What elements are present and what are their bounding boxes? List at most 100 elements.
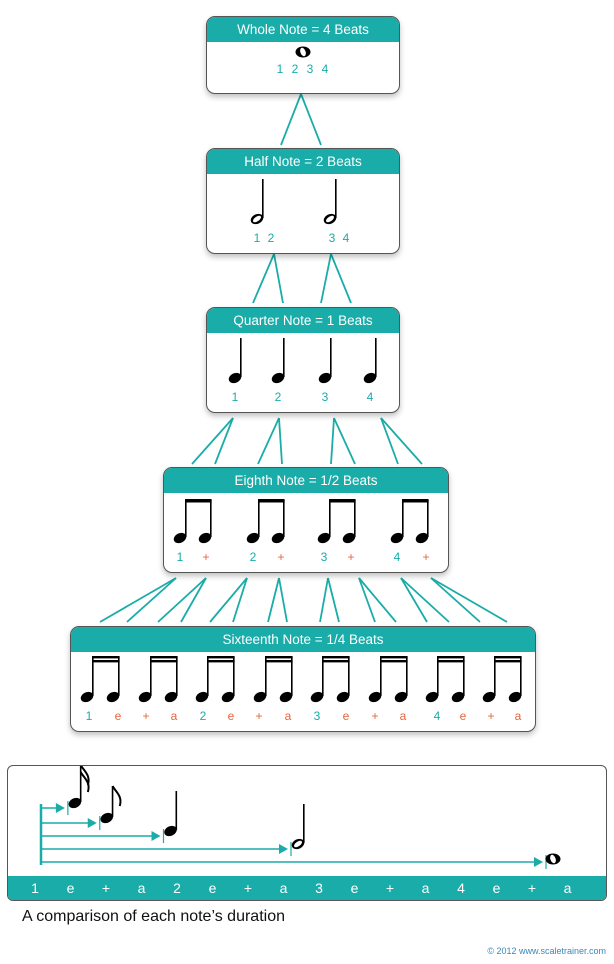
quarter-note-box: Quarter Note = 1 Beats 1 2 3 4 [206, 307, 400, 413]
beat-count-label: e [342, 709, 350, 723]
count-bar-label: + [385, 880, 395, 896]
connector-line [358, 577, 376, 623]
beat-count-label: + [255, 709, 263, 723]
half-note-icon [323, 179, 337, 225]
beat-count-label: 3 [306, 62, 314, 76]
beat-count-label: 2 [199, 709, 207, 723]
eighth-note-pair-icon [317, 499, 356, 544]
quarter-note-icon [271, 338, 285, 384]
beat-count-label: + [487, 709, 495, 723]
count-bar-label: a [279, 880, 288, 896]
eighth-note-icon [100, 785, 122, 824]
quarter-note-icon [318, 338, 332, 384]
connector-line [191, 417, 234, 465]
connector-line [267, 577, 280, 623]
beat-count-label: 4 [433, 709, 441, 723]
connector-line [180, 577, 207, 623]
note-glyphs [250, 179, 337, 225]
beat-count-label: 3 [321, 390, 329, 404]
duration-arrows [39, 766, 561, 869]
box-title: Half Note = 2 Beats [207, 149, 399, 174]
sixteenth-note-pair-icon [368, 656, 408, 703]
box-title: Whole Note = 4 Beats [207, 17, 399, 42]
quarter-note-icon [228, 338, 242, 384]
connector-line [126, 577, 177, 623]
connector-line [209, 577, 248, 623]
sixteenth-note-pair-icon [138, 656, 178, 703]
count-bar-label: e [492, 880, 501, 896]
eighth-note-pair-icon [390, 499, 429, 544]
beat-count-label: + [422, 550, 430, 564]
box-title: Eighth Note = 1/2 Beats [164, 468, 448, 493]
count-bar: 1 e + a 2 e + a 3 e + a 4 e + a [8, 876, 606, 900]
beat-count-label: 3 [320, 550, 328, 564]
beat-count-label: a [399, 709, 407, 723]
connector-line [330, 417, 335, 465]
beat-count-label: 1 [85, 709, 93, 723]
half-note-box: Half Note = 2 Beats 12 34 [206, 148, 400, 254]
beat-count-label: 2 [274, 390, 282, 404]
sixteenth-note-icon [68, 766, 90, 809]
beat-count-label: 3 [313, 709, 321, 723]
connector-line [358, 577, 397, 623]
eighth-note-pair-icon [173, 499, 212, 544]
count-bar-label: + [527, 880, 537, 896]
count-bar-label: 3 [315, 880, 323, 896]
caption: A comparison of each note’s duration [22, 908, 285, 925]
connector-line [400, 577, 428, 623]
connector-line [330, 253, 352, 304]
beat-count-label: + [142, 709, 150, 723]
beat-count-label: a [284, 709, 292, 723]
sixteenth-note-pair-icon [425, 656, 465, 703]
beat-count-label: e [227, 709, 235, 723]
connector-line [278, 577, 288, 623]
beat-count-label: 2 [249, 550, 257, 564]
half-note-icon [291, 804, 305, 850]
sixteenth-note-pair-icon [253, 656, 293, 703]
count-bar-label: 2 [173, 880, 181, 896]
beat-count-label: a [170, 709, 178, 723]
connector-line [273, 253, 284, 304]
whole-note-icon [295, 46, 311, 58]
beat-count-label: a [514, 709, 522, 723]
sixteenth-note-pair-icon [482, 656, 522, 703]
beat-count-label: + [202, 550, 210, 564]
connector-line [257, 417, 280, 465]
count-bar-label: 4 [457, 880, 465, 896]
beat-count-label: 1 [231, 390, 239, 404]
beat-count-label: 2 [291, 62, 299, 76]
beat-count-label: 1 [176, 550, 184, 564]
beat-count-label: 4 [321, 62, 329, 76]
count-bar-label: e [66, 880, 75, 896]
sixteenth-note-box: Sixteenth Note = 1/4 Beats 1 e + a 2 e + a 3 e + a 4… [70, 626, 536, 732]
arrowhead-icon [279, 844, 288, 854]
sixteenth-note-pair-icon [310, 656, 350, 703]
connector-line [380, 417, 423, 465]
note-glyphs [295, 46, 311, 58]
connector-line [430, 577, 481, 623]
beat-count-label: 4 [342, 231, 350, 245]
connector-line [280, 93, 302, 146]
beat-count-label: + [371, 709, 379, 723]
connector-line [380, 417, 399, 465]
connector-line [278, 417, 283, 465]
beat-count-label: 4 [393, 550, 401, 564]
count-bar-label: 1 [31, 880, 39, 896]
beat-count-label: e [114, 709, 122, 723]
arrowhead-icon [87, 818, 97, 828]
arrowhead-icon [151, 831, 161, 841]
connector-line [333, 417, 356, 465]
whole-note-box: Whole Note = 4 Beats 1234 [206, 16, 400, 94]
arrowhead-icon [55, 803, 65, 813]
count-bar-label: a [137, 880, 146, 896]
count-bar-label: a [421, 880, 430, 896]
beat-count-label: + [277, 550, 285, 564]
copyright: © 2012 www.scaletrainer.com [487, 946, 606, 956]
connector-line [327, 577, 340, 623]
beat-count-label: + [347, 550, 355, 564]
eighth-note-pair-icon [246, 499, 285, 544]
beat-count-label: 1 [253, 231, 261, 245]
half-note-icon [250, 179, 264, 225]
whole-note-icon [545, 853, 561, 865]
count-bar-label: e [208, 880, 217, 896]
